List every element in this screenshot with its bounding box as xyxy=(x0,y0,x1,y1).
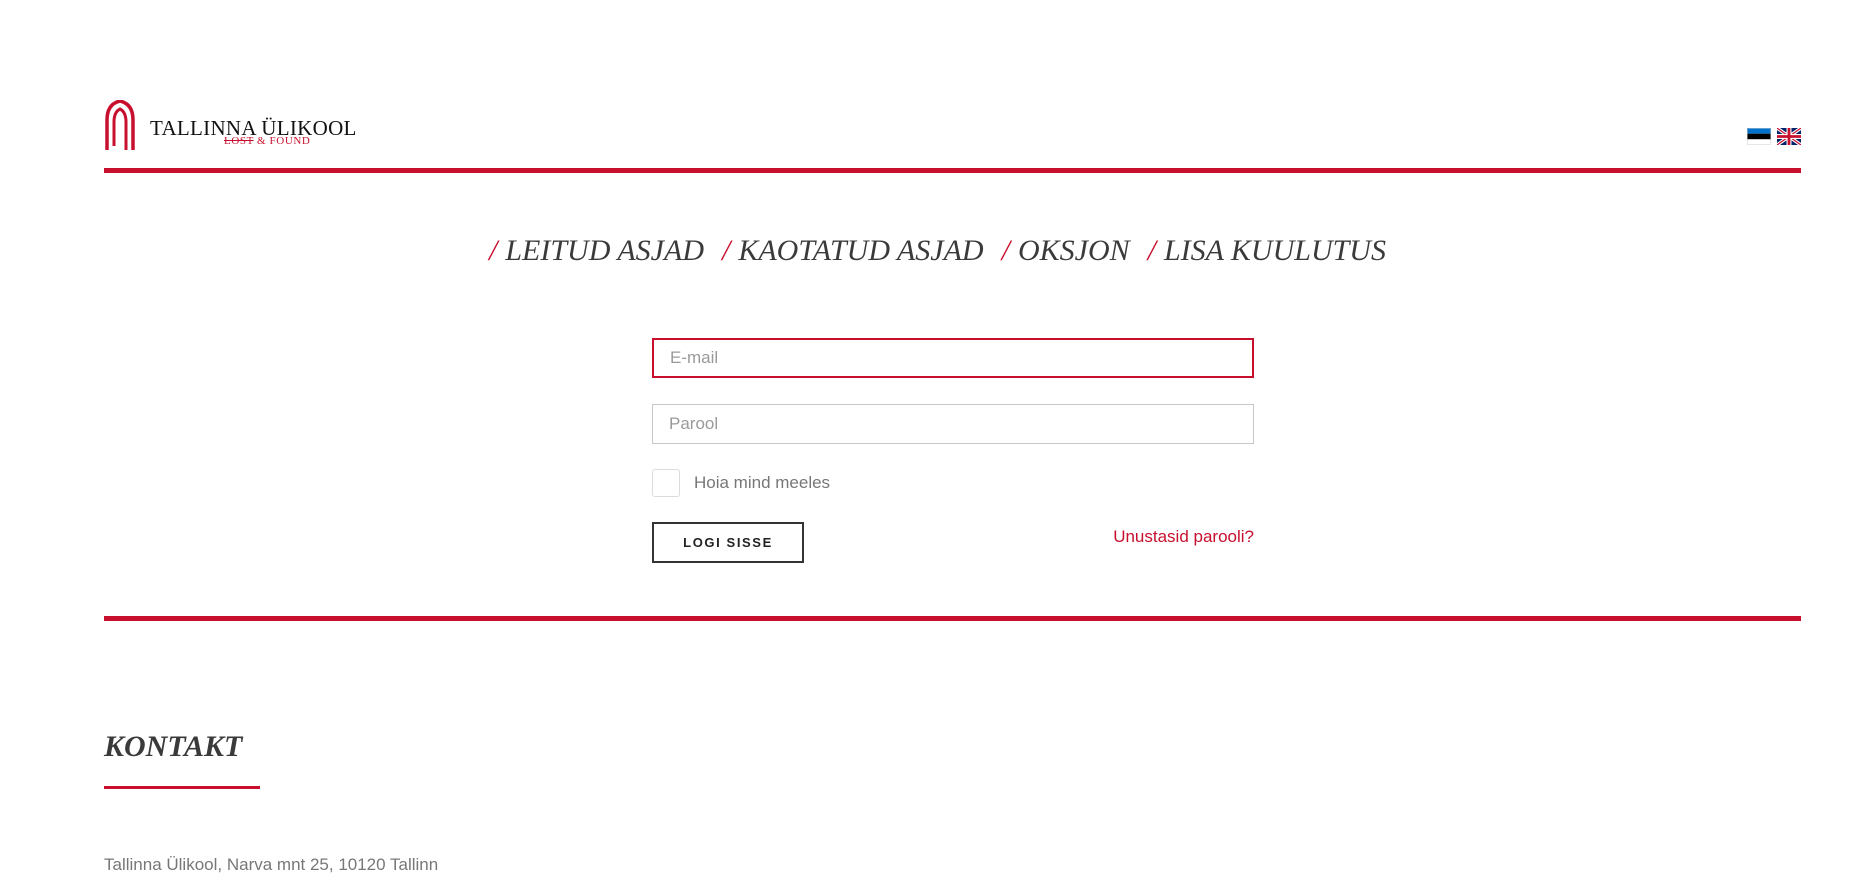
logo-subtitle-rest: & FOUND xyxy=(253,135,311,147)
university-logo-icon xyxy=(105,100,135,150)
nav-item-kaotatud-asjad[interactable]: / KAOTATUD ASJAD xyxy=(722,234,984,268)
estonian-flag-icon[interactable] xyxy=(1747,128,1771,145)
login-button[interactable]: LOGI SISSE xyxy=(652,522,804,563)
nav-item-label: KAOTATUD ASJAD xyxy=(738,234,984,267)
site-logo[interactable]: TALLINNA ÜLIKOOL LOST & FOUND xyxy=(104,100,357,152)
login-form: Hoia mind meeles LOGI SISSE Unustasid pa… xyxy=(652,338,1254,563)
language-switcher xyxy=(1747,128,1801,145)
contact-title: KONTAKT xyxy=(104,730,243,763)
nav-item-leitud-asjad[interactable]: / LEITUD ASJAD xyxy=(489,234,704,268)
nav-separator: / xyxy=(489,234,498,267)
remember-me-row: Hoia mind meeles xyxy=(652,469,1254,497)
remember-me-checkbox[interactable] xyxy=(652,469,680,497)
logo-subtitle-strike: LOST xyxy=(224,135,254,147)
nav-item-label: OKSJON xyxy=(1017,234,1130,267)
remember-me-label[interactable]: Hoia mind meeles xyxy=(694,473,830,493)
nav-separator: / xyxy=(1147,234,1156,267)
nav-separator: / xyxy=(721,234,731,267)
contact-address: Tallinna Ülikool, Narva mnt 25, 10120 Ta… xyxy=(104,855,439,874)
nav-item-label: LISA KUULUTUS xyxy=(1163,234,1386,267)
logo-text: TALLINNA ÜLIKOOL LOST & FOUND xyxy=(150,118,357,148)
header-divider xyxy=(104,168,1801,173)
nav-separator: / xyxy=(1001,234,1010,267)
password-field[interactable] xyxy=(652,404,1254,444)
content-divider xyxy=(104,616,1801,621)
email-field[interactable] xyxy=(652,338,1254,378)
nav-item-oksjon[interactable]: / OKSJON xyxy=(1002,234,1130,268)
main-navigation: / LEITUD ASJAD / KAOTATUD ASJAD / OKSJON… xyxy=(0,234,1875,268)
site-header: TALLINNA ÜLIKOOL LOST & FOUND xyxy=(104,100,1801,174)
contact-underline xyxy=(104,786,260,789)
nav-item-lisa-kuulutus[interactable]: / LISA KUULUTUS xyxy=(1148,234,1386,268)
uk-flag-icon[interactable] xyxy=(1777,128,1801,145)
form-actions: LOGI SISSE Unustasid parooli? xyxy=(652,522,1254,563)
nav-item-label: LEITUD ASJAD xyxy=(505,234,704,267)
forgot-password-link[interactable]: Unustasid parooli? xyxy=(1113,527,1254,547)
